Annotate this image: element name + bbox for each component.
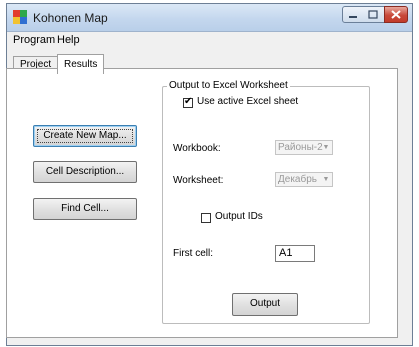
cell-description-label: Cell Description... — [45, 166, 125, 177]
menu-bar: Program Help — [7, 32, 412, 50]
worksheet-select[interactable]: Декабрь ▼ — [275, 172, 333, 187]
worksheet-label: Worksheet: — [173, 175, 224, 186]
create-new-map-button[interactable]: Create New Map... — [33, 125, 137, 147]
menu-help[interactable]: Help — [57, 34, 80, 46]
maximize-button[interactable] — [363, 6, 385, 23]
workbook-select[interactable]: Районы-2 ▼ — [275, 140, 333, 155]
use-active-sheet-checkbox[interactable]: ✔ — [183, 96, 193, 108]
title-bar[interactable]: Kohonen Map — [7, 4, 412, 32]
workbook-value: Районы-2 — [278, 142, 323, 153]
minimize-button[interactable] — [342, 6, 364, 23]
excel-output-group-title: Output to Excel Worksheet — [167, 80, 290, 91]
use-active-sheet-label: Use active Excel sheet — [197, 96, 299, 107]
chevron-down-icon: ▼ — [322, 176, 330, 183]
cell-description-button[interactable]: Cell Description... — [33, 161, 137, 183]
kohonen-map-icon — [13, 10, 27, 24]
first-cell-value: A1 — [279, 247, 293, 259]
minimize-icon — [349, 16, 357, 18]
chevron-down-icon: ▼ — [322, 144, 330, 151]
worksheet-value: Декабрь — [278, 174, 317, 185]
focus-rectangle — [37, 129, 133, 143]
tab-results[interactable]: Results — [57, 54, 105, 74]
maximize-icon — [368, 10, 378, 19]
find-cell-label: Find Cell... — [61, 203, 109, 214]
workbook-label: Workbook: — [173, 143, 221, 154]
checkmark-icon: ✔ — [184, 96, 193, 107]
excel-output-group — [162, 86, 370, 324]
output-button[interactable]: Output — [232, 293, 298, 316]
close-icon — [391, 10, 401, 19]
output-label: Output — [249, 298, 281, 309]
first-cell-input[interactable]: A1 — [275, 245, 315, 262]
find-cell-button[interactable]: Find Cell... — [33, 198, 137, 220]
menu-program[interactable]: Program — [13, 34, 55, 46]
close-button[interactable] — [384, 6, 408, 23]
window-title: Kohonen Map — [33, 11, 108, 25]
output-ids-label: Output IDs — [215, 211, 263, 222]
output-ids-checkbox[interactable] — [201, 213, 211, 223]
first-cell-label: First cell: — [173, 248, 213, 259]
